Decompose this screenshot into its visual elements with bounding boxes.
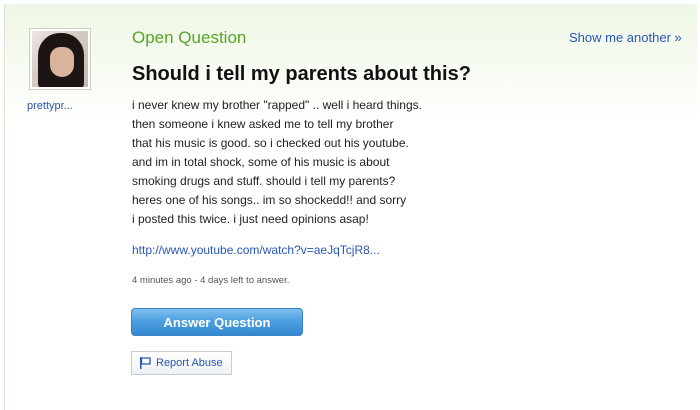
avatar-photo xyxy=(32,31,88,87)
report-abuse-label: Report Abuse xyxy=(156,357,223,369)
username-link[interactable]: prettypr... xyxy=(27,100,73,112)
youtube-link[interactable]: http://www.youtube.com/watch?v=aeJqTcjR8… xyxy=(132,243,380,257)
body-line: i never knew my brother "rapped" .. well… xyxy=(132,98,422,112)
body-line: and im in total shock, some of his music… xyxy=(132,155,390,169)
body-line: i posted this twice. i just need opinion… xyxy=(132,212,369,226)
report-abuse-button[interactable]: Report Abuse xyxy=(131,351,232,375)
body-line: smoking drugs and stuff. should i tell m… xyxy=(132,174,396,188)
avatar[interactable] xyxy=(29,28,91,90)
show-another-link[interactable]: Show me another » xyxy=(569,30,682,45)
avatar-face xyxy=(50,47,74,77)
flag-icon xyxy=(138,356,152,370)
status-label: Open Question xyxy=(132,28,247,47)
answer-question-button[interactable]: Answer Question xyxy=(131,308,303,336)
body-line: that his music is good. so i checked out… xyxy=(132,136,409,150)
question-title: Should i tell my parents about this? xyxy=(132,63,471,85)
body-line: then someone i knew asked me to tell my … xyxy=(132,117,394,131)
question-meta: 4 minutes ago - 4 days left to answer. xyxy=(132,275,290,286)
question-body: i never knew my brother "rapped" .. well… xyxy=(132,96,512,229)
body-line: heres one of his songs.. im so shockedd!… xyxy=(132,193,407,207)
